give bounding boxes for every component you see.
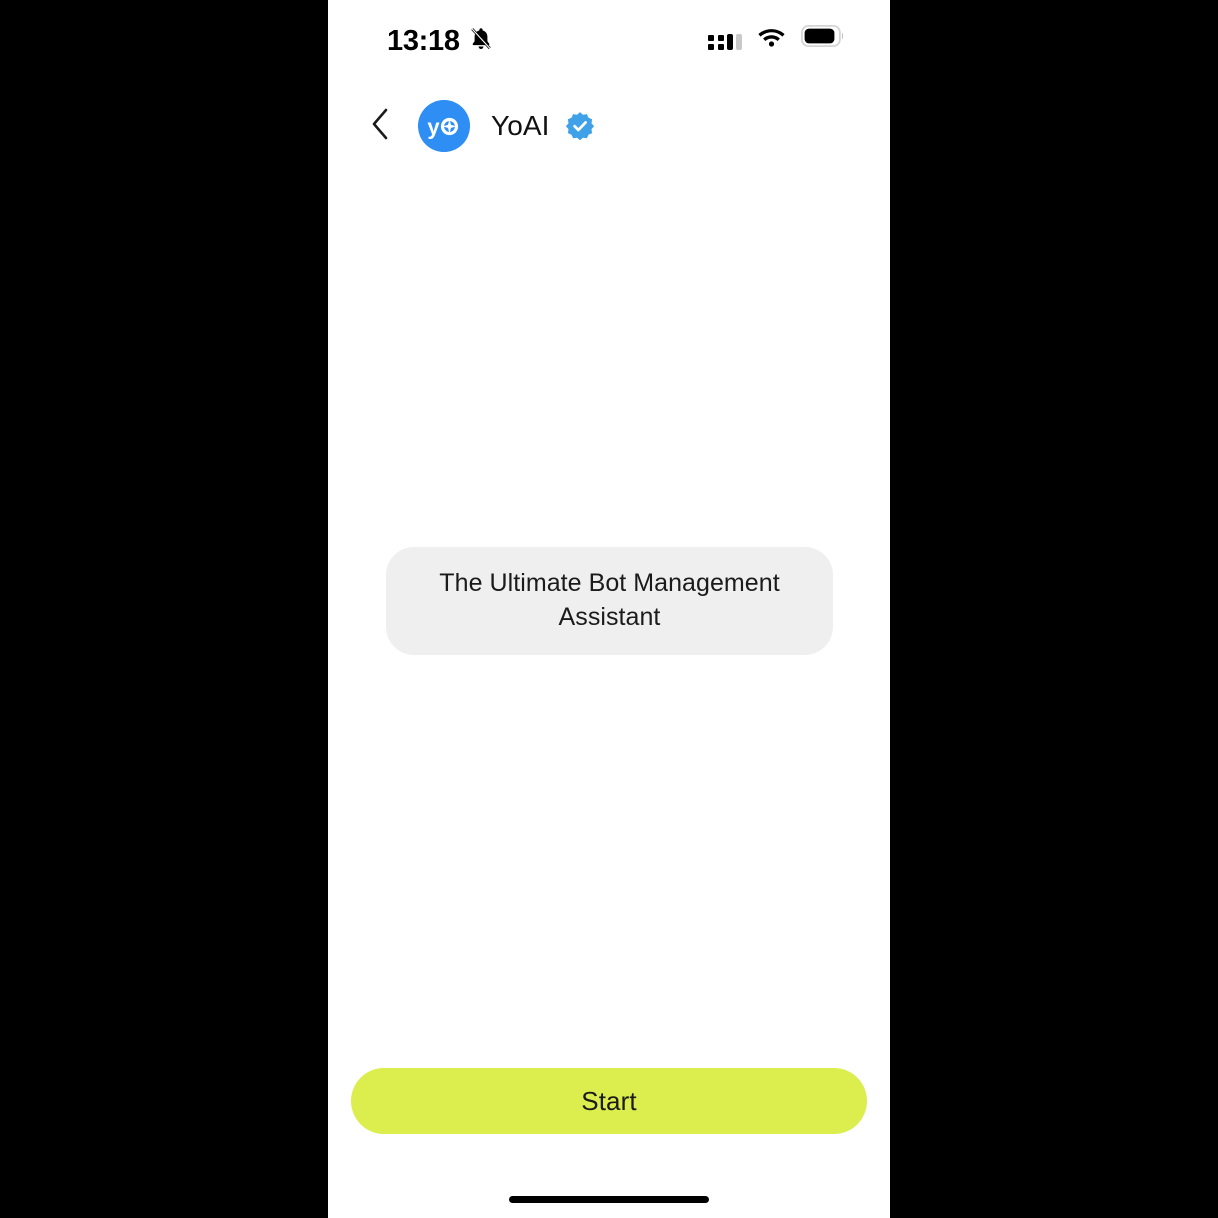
page-title: YoAI <box>491 110 550 141</box>
start-button[interactable]: Start <box>351 1068 867 1134</box>
wifi-icon <box>757 26 786 52</box>
chat-message-list: The Ultimate Bot Management Assistant <box>328 168 890 1068</box>
signal-dots <box>708 34 724 50</box>
chat-header: y YoAI <box>328 84 890 168</box>
status-bar: 13:18 <box>328 0 890 84</box>
home-indicator <box>509 1196 709 1203</box>
yoai-logo-icon: y <box>418 100 470 152</box>
yoai-logo-avatar[interactable]: y <box>418 100 470 152</box>
phone-viewport: 13:18 y YoAI The Ultimate Bot Management… <box>328 0 890 1218</box>
signal-bar-3 <box>727 33 733 50</box>
status-bar-right <box>708 24 845 52</box>
chevron-left-icon <box>370 107 390 146</box>
screenshot-canvas: 13:18 y YoAI The Ultimate Bot Management… <box>0 0 1218 1218</box>
signal-bar-4 <box>736 33 742 50</box>
back-button[interactable] <box>358 104 402 148</box>
bot-message-text: The Ultimate Bot Management Assistant <box>439 569 780 631</box>
status-bar-left: 13:18 <box>387 26 493 57</box>
svg-text:y: y <box>427 115 440 140</box>
battery-icon <box>800 24 845 52</box>
bell-muted-icon <box>469 26 493 57</box>
bot-message-bubble: The Ultimate Bot Management Assistant <box>386 547 833 655</box>
verified-badge-icon <box>565 111 595 141</box>
chat-footer: Start <box>328 1068 890 1218</box>
status-time: 13:18 <box>387 25 460 57</box>
cellular-signal-icon <box>708 28 742 50</box>
